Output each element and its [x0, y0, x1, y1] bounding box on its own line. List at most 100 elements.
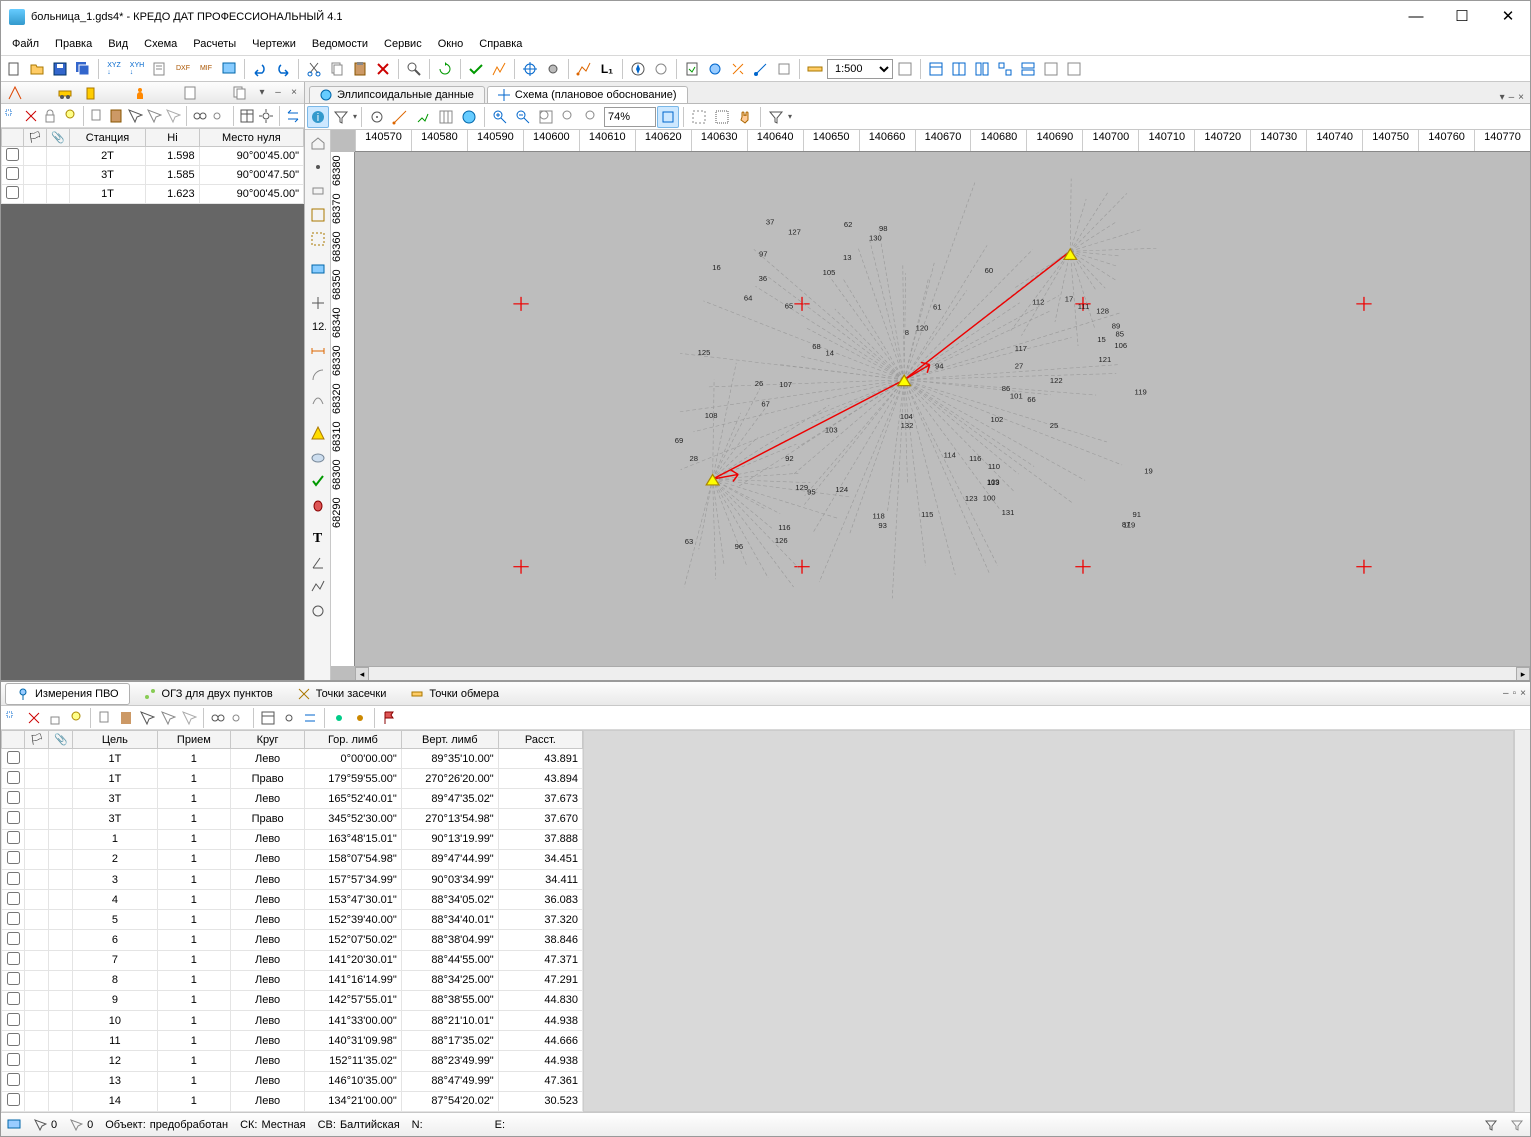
- table-row[interactable]: 121Лево152°11'35.02"88°23'49.99"44.938: [2, 1051, 583, 1071]
- pan-icon[interactable]: [657, 106, 679, 128]
- status-filter2-icon[interactable]: [1510, 1118, 1524, 1132]
- h-scrollbar[interactable]: ◂ ▸: [355, 666, 1530, 680]
- status-filter-icon[interactable]: [1484, 1118, 1498, 1132]
- canvas[interactable]: 1405701405801405901406001406101406201406…: [331, 130, 1530, 680]
- dim-icon[interactable]: [307, 340, 329, 362]
- analysis-icon[interactable]: [488, 58, 510, 80]
- panel-close-icon[interactable]: ×: [288, 87, 300, 98]
- table-row[interactable]: 131Лево146°10'35.00"88°47'49.99"47.361: [2, 1071, 583, 1091]
- filter-icon[interactable]: [330, 106, 352, 128]
- paste2-icon[interactable]: [107, 106, 125, 126]
- btm-star-icon[interactable]: [329, 708, 349, 728]
- adjust-settings-icon[interactable]: [542, 58, 564, 80]
- polyline-icon[interactable]: [307, 576, 329, 598]
- ruler-icon[interactable]: [804, 58, 826, 80]
- menu-window[interactable]: Окно: [431, 36, 471, 52]
- find-icon[interactable]: [403, 58, 425, 80]
- measurements-table[interactable]: 🏳 📎 Цель Прием Круг Гор. лимб Верт. лимб…: [1, 730, 583, 1112]
- l1-icon[interactable]: L₁: [596, 58, 618, 80]
- refresh-icon[interactable]: [434, 58, 456, 80]
- tab-zasechka[interactable]: Точки засечки: [286, 683, 398, 705]
- scale-select[interactable]: 1:500: [827, 59, 893, 79]
- table-row[interactable]: 61Лево152°07'50.02"88°38'04.99"38.846: [2, 930, 583, 950]
- import-xyh-icon[interactable]: XYH↓: [126, 58, 148, 80]
- import-xyz-icon[interactable]: XYZ↓: [103, 58, 125, 80]
- page-icon[interactable]: [180, 82, 200, 104]
- compass-icon[interactable]: [627, 58, 649, 80]
- btm-sel1-icon[interactable]: [137, 708, 157, 728]
- btm-lock-icon[interactable]: [45, 708, 65, 728]
- table-row[interactable]: 91Лево142°57'55.01"88°38'55.00"44.830: [2, 990, 583, 1010]
- menu-edit[interactable]: Правка: [48, 36, 99, 52]
- point-icon[interactable]: [307, 156, 329, 178]
- import-dxf-icon[interactable]: DXF: [172, 58, 194, 80]
- table-row[interactable]: 81Лево141°16'14.99"88°34'25.00"47.291: [2, 970, 583, 990]
- win7-icon[interactable]: [1063, 58, 1085, 80]
- globe-tool-icon[interactable]: [458, 106, 480, 128]
- browse-icon[interactable]: [704, 58, 726, 80]
- copy-icon[interactable]: [326, 58, 348, 80]
- tab-ogz[interactable]: ОГЗ для двух пунктов: [132, 683, 284, 705]
- win3-icon[interactable]: [971, 58, 993, 80]
- btm-minimize-icon[interactable]: –: [1503, 688, 1509, 699]
- frame-sel-icon[interactable]: [307, 228, 329, 250]
- btm-reverse-icon[interactable]: [300, 708, 320, 728]
- plot-area[interactable]: 8919293949597981001011021161198925262728…: [355, 152, 1530, 666]
- btm-sel3-icon[interactable]: [179, 708, 199, 728]
- table-row[interactable]: 41Лево153°47'30.01"88°34'05.02"36.083: [2, 890, 583, 910]
- pages-icon[interactable]: [230, 82, 250, 104]
- btm-select-icon[interactable]: [3, 708, 23, 728]
- btm-bulb-icon[interactable]: [66, 708, 86, 728]
- table-row[interactable]: 101Лево141°33'00.00"88°21'10.01"44.938: [2, 1011, 583, 1031]
- open-file-icon[interactable]: [26, 58, 48, 80]
- table-row[interactable]: 3Т1Право345°52'30.00"270°13'54.98"37.670: [2, 809, 583, 829]
- text-icon[interactable]: T: [307, 528, 329, 550]
- preprocess-icon[interactable]: [465, 58, 487, 80]
- menu-reports[interactable]: Ведомости: [305, 36, 375, 52]
- btm-star2-icon[interactable]: [350, 708, 370, 728]
- menu-scheme[interactable]: Схема: [137, 36, 184, 52]
- binoc-icon[interactable]: [191, 106, 209, 126]
- compass-settings-icon[interactable]: [650, 58, 672, 80]
- minimize-button[interactable]: —: [1402, 3, 1430, 31]
- reverse-icon[interactable]: [284, 106, 302, 126]
- zoom-fit-icon[interactable]: [535, 106, 557, 128]
- win2-icon[interactable]: [948, 58, 970, 80]
- menu-drawings[interactable]: Чертежи: [245, 36, 303, 52]
- zoom-prev-icon[interactable]: [581, 106, 603, 128]
- btm-binoc-next-icon[interactable]: [229, 708, 249, 728]
- draw-icon[interactable]: [307, 388, 329, 410]
- gas-icon[interactable]: [81, 82, 101, 104]
- filter2-icon[interactable]: [765, 106, 787, 128]
- win5-icon[interactable]: [1017, 58, 1039, 80]
- select-tool-icon[interactable]: [3, 106, 21, 126]
- zoom-out-icon[interactable]: [512, 106, 534, 128]
- sheet-icon[interactable]: [681, 58, 703, 80]
- table-row[interactable]: 11Лево163°48'15.01"90°13'19.99"37.888: [2, 829, 583, 849]
- btm-paste-icon[interactable]: [116, 708, 136, 728]
- panel-dropdown-icon[interactable]: ▾: [256, 87, 268, 98]
- target-icon[interactable]: [366, 106, 388, 128]
- table-row[interactable]: 51Лево152°39'40.00"88°34'40.01"37.320: [2, 910, 583, 930]
- zoom-sel-icon[interactable]: [558, 106, 580, 128]
- warn-icon[interactable]: [307, 422, 329, 444]
- table-row[interactable]: 111Лево140°31'09.98"88°17'35.02"44.666: [2, 1031, 583, 1051]
- circle-tool-icon[interactable]: [307, 600, 329, 622]
- delete-row-icon[interactable]: [22, 106, 40, 126]
- v-scrollbar[interactable]: [1514, 730, 1530, 1112]
- btm-close-icon[interactable]: ×: [1520, 688, 1526, 699]
- tool5-icon[interactable]: [773, 58, 795, 80]
- status-screen-icon[interactable]: [7, 1118, 21, 1132]
- table-row[interactable]: 1Т1Право179°59'55.00"270°26'20.00"43.894: [2, 769, 583, 789]
- frame-tool-icon[interactable]: [307, 204, 329, 226]
- win4-icon[interactable]: [994, 58, 1016, 80]
- table-row[interactable]: 3Т1.58590°00'47.50": [2, 166, 304, 185]
- angle-icon[interactable]: [307, 552, 329, 574]
- btm-binoc-icon[interactable]: [208, 708, 228, 728]
- new-file-icon[interactable]: [3, 58, 25, 80]
- menu-view[interactable]: Вид: [101, 36, 135, 52]
- sel2-icon[interactable]: [145, 106, 163, 126]
- copy2-icon[interactable]: [88, 106, 106, 126]
- import-raster-icon[interactable]: [218, 58, 240, 80]
- link-tool-icon[interactable]: [727, 58, 749, 80]
